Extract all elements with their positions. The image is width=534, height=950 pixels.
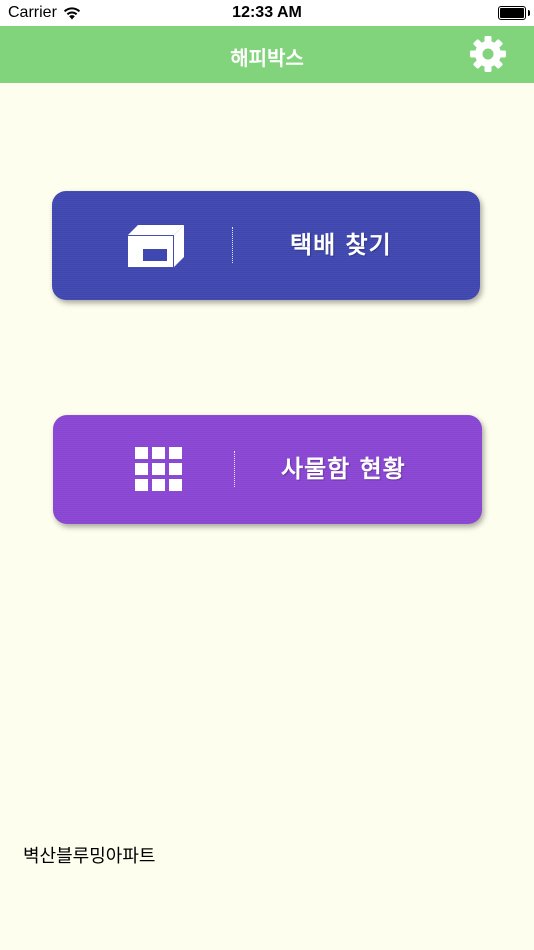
find-parcel-label: 택배 찾기 [290,231,392,259]
button-divider [234,451,235,487]
status-bar: Carrier 12:33 AM [0,0,534,26]
apartment-name: 벽산블루밍아파트 [23,846,156,867]
grid-icon [135,447,182,491]
locker-status-button[interactable]: 사물함 현황 [53,415,482,524]
page-title: 해피박스 [230,46,304,70]
button-divider [232,227,233,263]
nav-bar: 해피박스 [0,26,534,83]
locker-status-label: 사물함 현황 [281,455,406,483]
status-time: 12:33 AM [232,4,302,21]
settings-button[interactable] [468,34,508,74]
gear-icon [470,36,506,72]
battery-icon [498,6,530,20]
find-parcel-button[interactable]: 택배 찾기 [52,191,480,300]
box-icon [128,225,184,267]
